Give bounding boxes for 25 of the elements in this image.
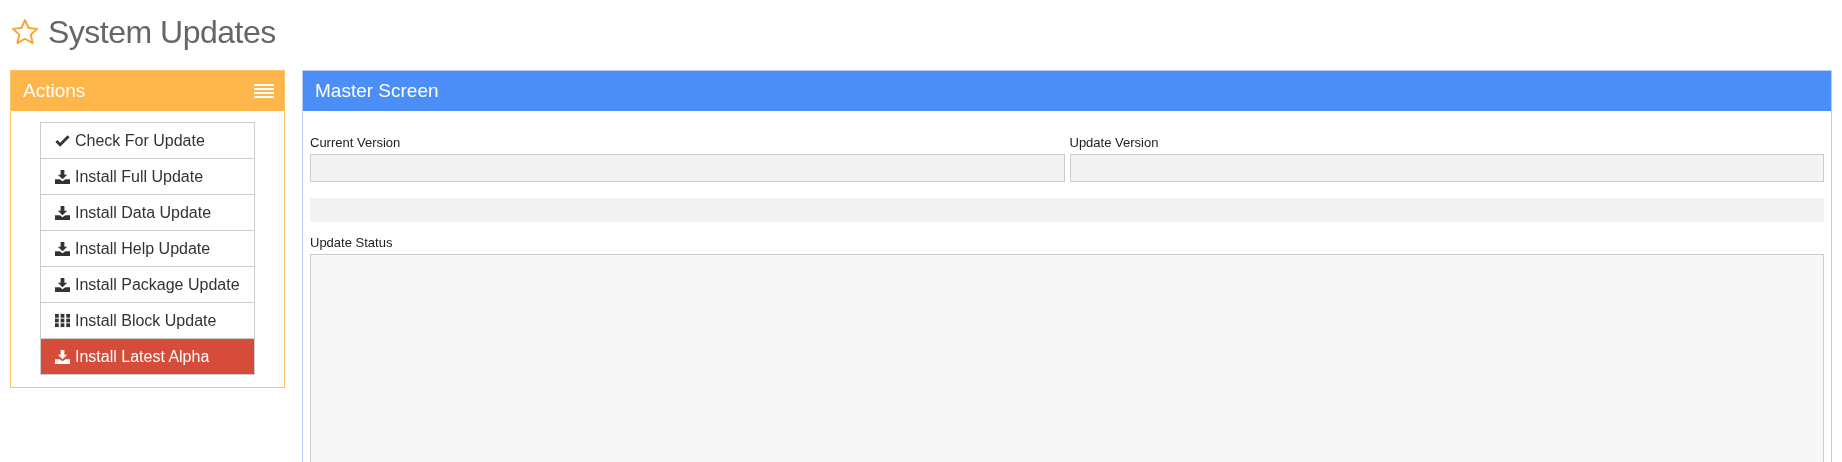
download-icon [55, 349, 70, 364]
download-icon [55, 169, 70, 184]
field-label: Update Status [310, 235, 394, 250]
field-label: Update Version [1069, 135, 1160, 150]
grid-icon [55, 313, 70, 328]
update-version-field[interactable] [1069, 154, 1824, 182]
field-label: Current Version [310, 135, 402, 150]
action-button[interactable]: Install Help Update [40, 230, 255, 267]
menu-icon[interactable] [254, 83, 274, 99]
download-icon [55, 205, 70, 220]
action-button[interactable]: Install Data Update [40, 194, 255, 231]
star-icon [10, 17, 40, 47]
page-title: System Updates [48, 13, 276, 51]
panel-title: Master Screen [315, 80, 439, 102]
action-button[interactable]: Check For Update [40, 122, 255, 159]
current-version-field[interactable] [310, 154, 1065, 182]
update-status-box[interactable] [310, 254, 1824, 462]
check-icon [55, 133, 70, 148]
action-button[interactable]: Install Full Update [40, 158, 255, 195]
action-button[interactable]: Install Block Update [40, 302, 255, 339]
download-icon [55, 241, 70, 256]
download-icon [55, 277, 70, 292]
panel-title: Actions [23, 80, 86, 102]
action-button[interactable]: Install Latest Alpha [40, 338, 255, 375]
action-button[interactable]: Install Package Update [40, 266, 255, 303]
